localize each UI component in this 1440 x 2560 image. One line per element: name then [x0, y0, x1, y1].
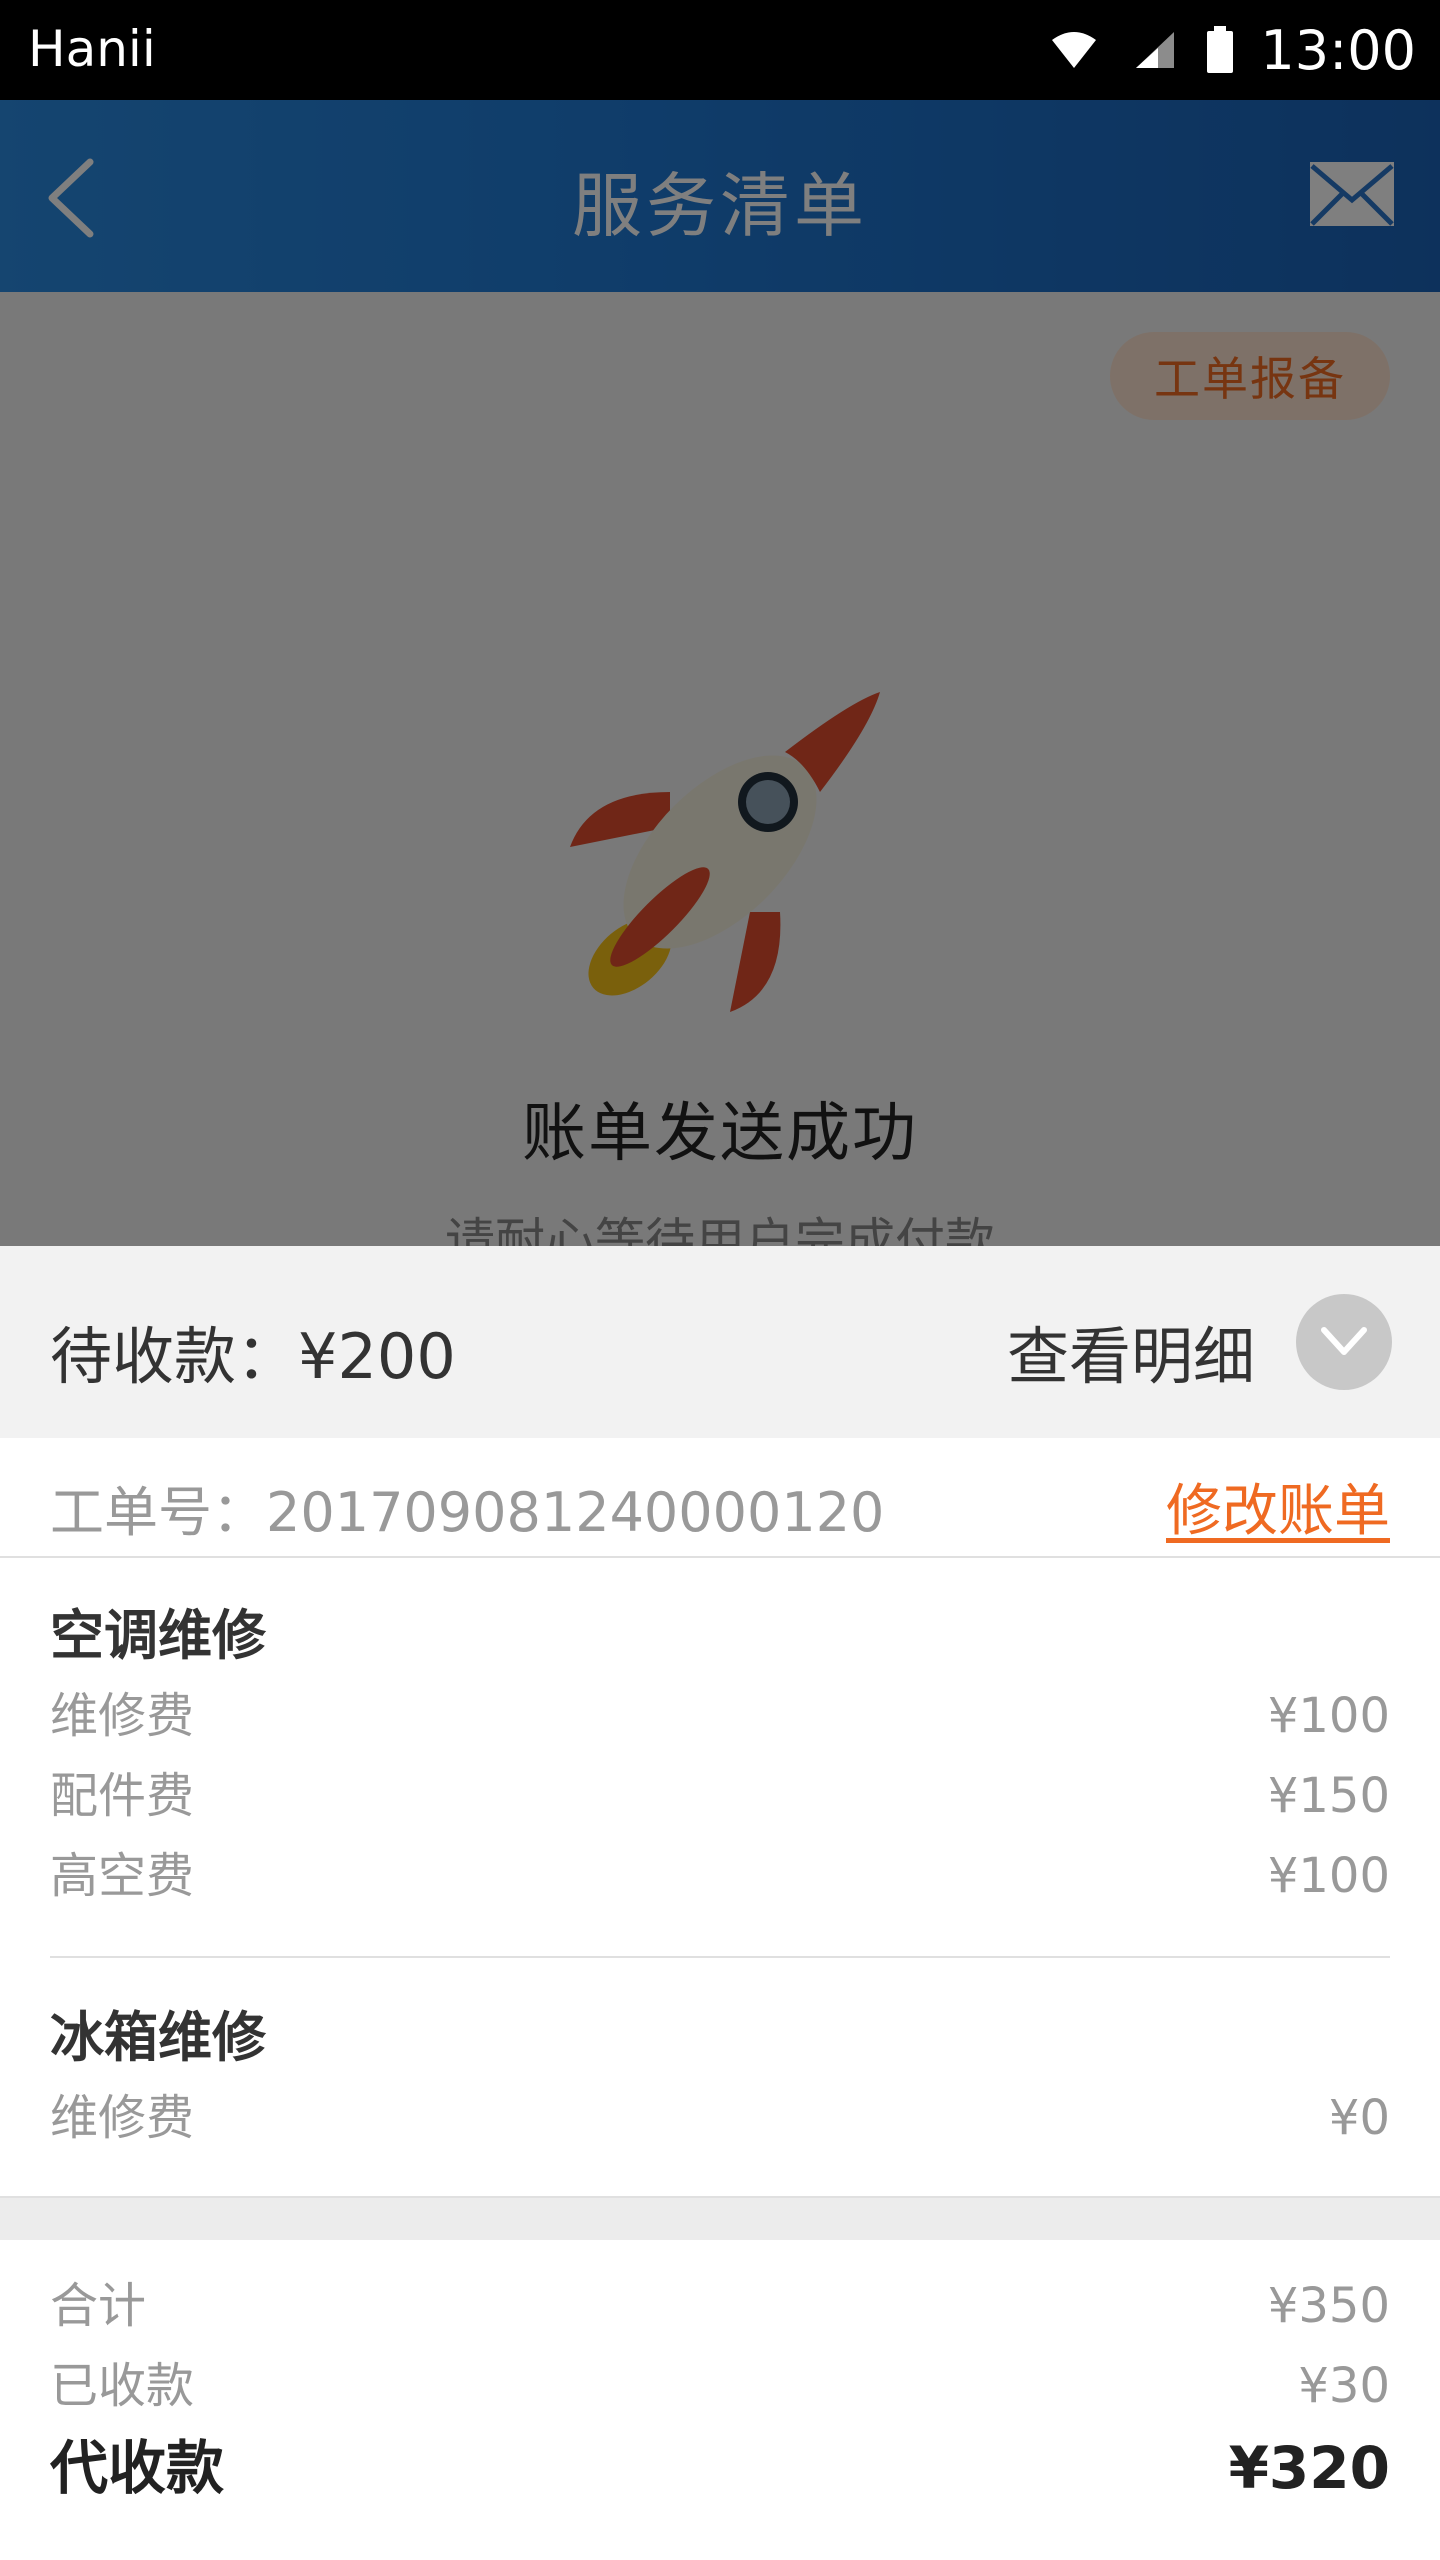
total-label: 合计: [50, 2278, 147, 2334]
bill-sheet: 待收款：¥200 查看明细 工单号：201709081240000120 修改账…: [0, 1246, 1440, 2560]
service-item: 空调维修 维修费 ¥100 配件费 ¥150 高空费 ¥100: [50, 1596, 1390, 1916]
order-number-row: 工单号：201709081240000120 修改账单: [0, 1438, 1440, 1558]
collect-amount: ¥320: [1228, 2434, 1390, 2502]
total-amount: ¥350: [1267, 2278, 1390, 2334]
total-row: 合计 ¥350: [50, 2266, 1390, 2346]
fee-row: 高空费 ¥100: [50, 1836, 1390, 1916]
pending-amount: 待收款：¥200: [50, 1320, 456, 1393]
sheet-header: 待收款：¥200 查看明细: [0, 1246, 1440, 1438]
divider: [50, 1956, 1390, 1958]
chevron-down-icon: [1321, 1327, 1367, 1355]
fee-amount: ¥100: [1267, 1848, 1390, 1904]
totals-section: 合计 ¥350 已收款 ¥30 代收款 ¥320: [50, 2266, 1390, 2510]
received-amount: ¥30: [1298, 2358, 1390, 2414]
section-separator: [0, 2196, 1440, 2240]
signal-icon: [1134, 30, 1176, 70]
fee-amount: ¥100: [1267, 1688, 1390, 1744]
fee-label: 高空费: [50, 1848, 195, 1904]
received-row: 已收款 ¥30: [50, 2346, 1390, 2426]
fee-label: 配件费: [50, 1768, 195, 1824]
fee-row: 配件费 ¥150: [50, 1756, 1390, 1836]
status-bar: Hanii 13:00: [0, 0, 1440, 100]
wifi-icon: [1050, 30, 1098, 70]
clock: 13:00: [1260, 18, 1416, 82]
fee-row: 维修费 ¥100: [50, 1676, 1390, 1756]
fee-label: 维修费: [50, 2090, 195, 2146]
collect-row: 代收款 ¥320: [50, 2426, 1390, 2510]
view-detail-label[interactable]: 查看明细: [1007, 1306, 1255, 1396]
battery-icon: [1206, 26, 1234, 74]
service-item: 冰箱维修 维修费 ¥0: [50, 1998, 1390, 2158]
fee-amount: ¥150: [1267, 1768, 1390, 1824]
order-number: 工单号：201709081240000120: [50, 1481, 885, 1544]
fee-label: 维修费: [50, 1688, 195, 1744]
received-label: 已收款: [50, 2358, 195, 2414]
service-name: 空调维修: [50, 1604, 266, 1667]
service-name: 冰箱维修: [50, 2006, 266, 2069]
collapse-toggle-button[interactable]: [1296, 1294, 1392, 1390]
carrier-name: Hanii: [28, 20, 156, 78]
collect-label: 代收款: [50, 2434, 225, 2502]
status-icons: 13:00: [1050, 16, 1416, 84]
edit-bill-link[interactable]: 修改账单: [1166, 1466, 1390, 1547]
fee-row: 维修费 ¥0: [50, 2078, 1390, 2158]
modal-overlay[interactable]: [0, 100, 1440, 1246]
fee-amount: ¥0: [1328, 2090, 1390, 2146]
